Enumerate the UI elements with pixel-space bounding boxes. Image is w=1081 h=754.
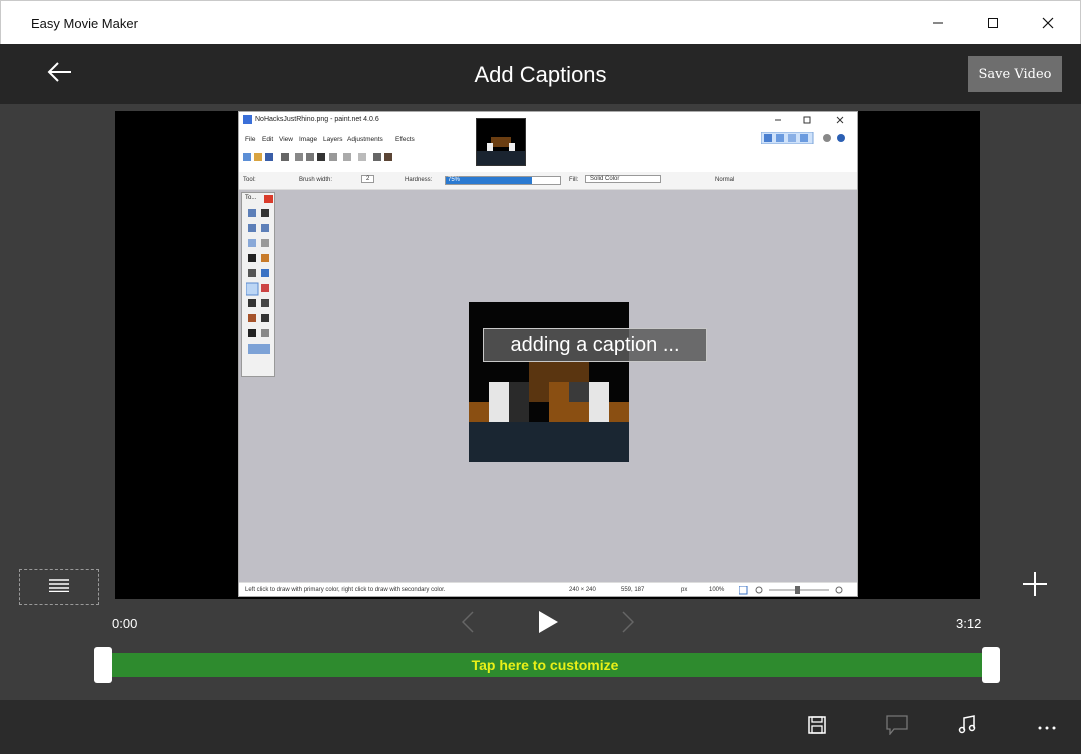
pixel-right-edge (609, 402, 629, 422)
pixel-right-tusk (589, 382, 609, 422)
page-title: Add Captions (474, 62, 607, 87)
add-caption-button[interactable] (1015, 566, 1055, 606)
embedded-fill-value: Solid Color (585, 175, 661, 183)
embedded-status-zoom: 100% (709, 587, 725, 593)
caption-timeline[interactable]: Tap here to customize (102, 653, 988, 677)
embedded-toolbar: Tool: Brush width: 2 Hardness: 75% Fill:… (239, 172, 857, 190)
timeline-label: Tap here to customize (471, 657, 619, 673)
pixel-shadow-right (569, 382, 589, 402)
embedded-tool-label: Tool: (243, 177, 256, 183)
music-icon (957, 714, 977, 740)
captions-list-button[interactable] (19, 569, 99, 605)
list-icon (49, 578, 69, 597)
embedded-hardness-label: Hardness: (405, 177, 433, 183)
close-icon (1042, 17, 1054, 29)
caption-button[interactable] (877, 710, 917, 744)
time-start: 0:00 (112, 616, 138, 631)
play-icon (537, 610, 559, 639)
previous-button[interactable] (456, 609, 480, 639)
embedded-menu-item: Edit (262, 136, 274, 143)
plus-icon (1022, 571, 1048, 602)
pixel-body (469, 422, 629, 462)
embedded-status-hint: Left click to draw with primary color, r… (245, 587, 446, 593)
more-icon (1037, 718, 1057, 736)
embedded-menu-item: Effects (395, 136, 415, 143)
embedded-menu-item: Image (299, 136, 318, 143)
embedded-titlebar: NoHacksJustRhino.png - paint.net 4.0.6 (239, 112, 857, 128)
chevron-left-icon (461, 610, 474, 638)
minimize-icon (932, 17, 944, 29)
embedded-hardness-slider: 75% (445, 176, 561, 185)
music-button[interactable] (947, 710, 987, 744)
embedded-status-size: 240 × 240 (569, 587, 596, 593)
embedded-menu-item: View (279, 136, 293, 143)
save-button[interactable] (797, 710, 837, 744)
pixel-left-edge (469, 402, 489, 422)
embedded-brush-width-value: 2 (361, 175, 375, 183)
app-window: Easy Movie Maker Add Captions Save Video… (0, 0, 1081, 754)
caption-overlay[interactable]: adding a caption ... (483, 328, 707, 362)
embedded-right-icons (760, 131, 851, 145)
embedded-tools-title: To... (245, 195, 257, 201)
more-button[interactable] (1027, 710, 1067, 744)
time-end: 3:12 (956, 616, 982, 631)
embedded-statusbar: Left click to draw with primary color, r… (239, 582, 857, 596)
save-icon (808, 715, 826, 739)
embedded-title: NoHacksJustRhino.png - paint.net 4.0.6 (255, 116, 379, 123)
embedded-hardness-value: 75% (448, 177, 461, 183)
pixel-left-tusk (489, 382, 509, 422)
maximize-icon (987, 17, 999, 29)
play-button[interactable] (530, 607, 566, 641)
embedded-menu-item: Layers (323, 136, 343, 143)
embedded-menu-item: Adjustments (347, 136, 383, 143)
embedded-brush-width-label: Brush width: (299, 177, 333, 183)
maximize-button[interactable] (970, 1, 1016, 45)
timeline-start-handle[interactable] (94, 647, 112, 683)
app-title: Easy Movie Maker (31, 16, 138, 31)
pixel-shadow-left (509, 382, 529, 422)
embedded-menubar: File Edit View Image Layers Adjustments … (239, 128, 857, 172)
caption-icon (886, 714, 908, 740)
minimize-button[interactable] (915, 1, 961, 45)
page-header: Add Captions Save Video (0, 44, 1081, 104)
embedded-status-units: px (681, 587, 688, 593)
embedded-status-cursor: 559, 187 (621, 587, 645, 593)
next-button[interactable] (616, 609, 640, 639)
embedded-blend-value: Normal (715, 177, 735, 183)
embedded-menu-item: File (245, 136, 256, 143)
bottom-app-bar (0, 700, 1081, 754)
pixel-art-canvas (469, 302, 629, 462)
embedded-tools-window: To... (241, 192, 275, 377)
chevron-right-icon (622, 610, 635, 638)
embedded-fill-label: Fill: (569, 177, 579, 183)
embedded-icon-row (243, 152, 463, 162)
title-bar: Easy Movie Maker (0, 0, 1081, 44)
embedded-image-thumbnail (476, 118, 526, 166)
close-button[interactable] (1025, 1, 1071, 45)
timeline-end-handle[interactable] (982, 647, 1000, 683)
save-video-button[interactable]: Save Video (968, 56, 1062, 92)
